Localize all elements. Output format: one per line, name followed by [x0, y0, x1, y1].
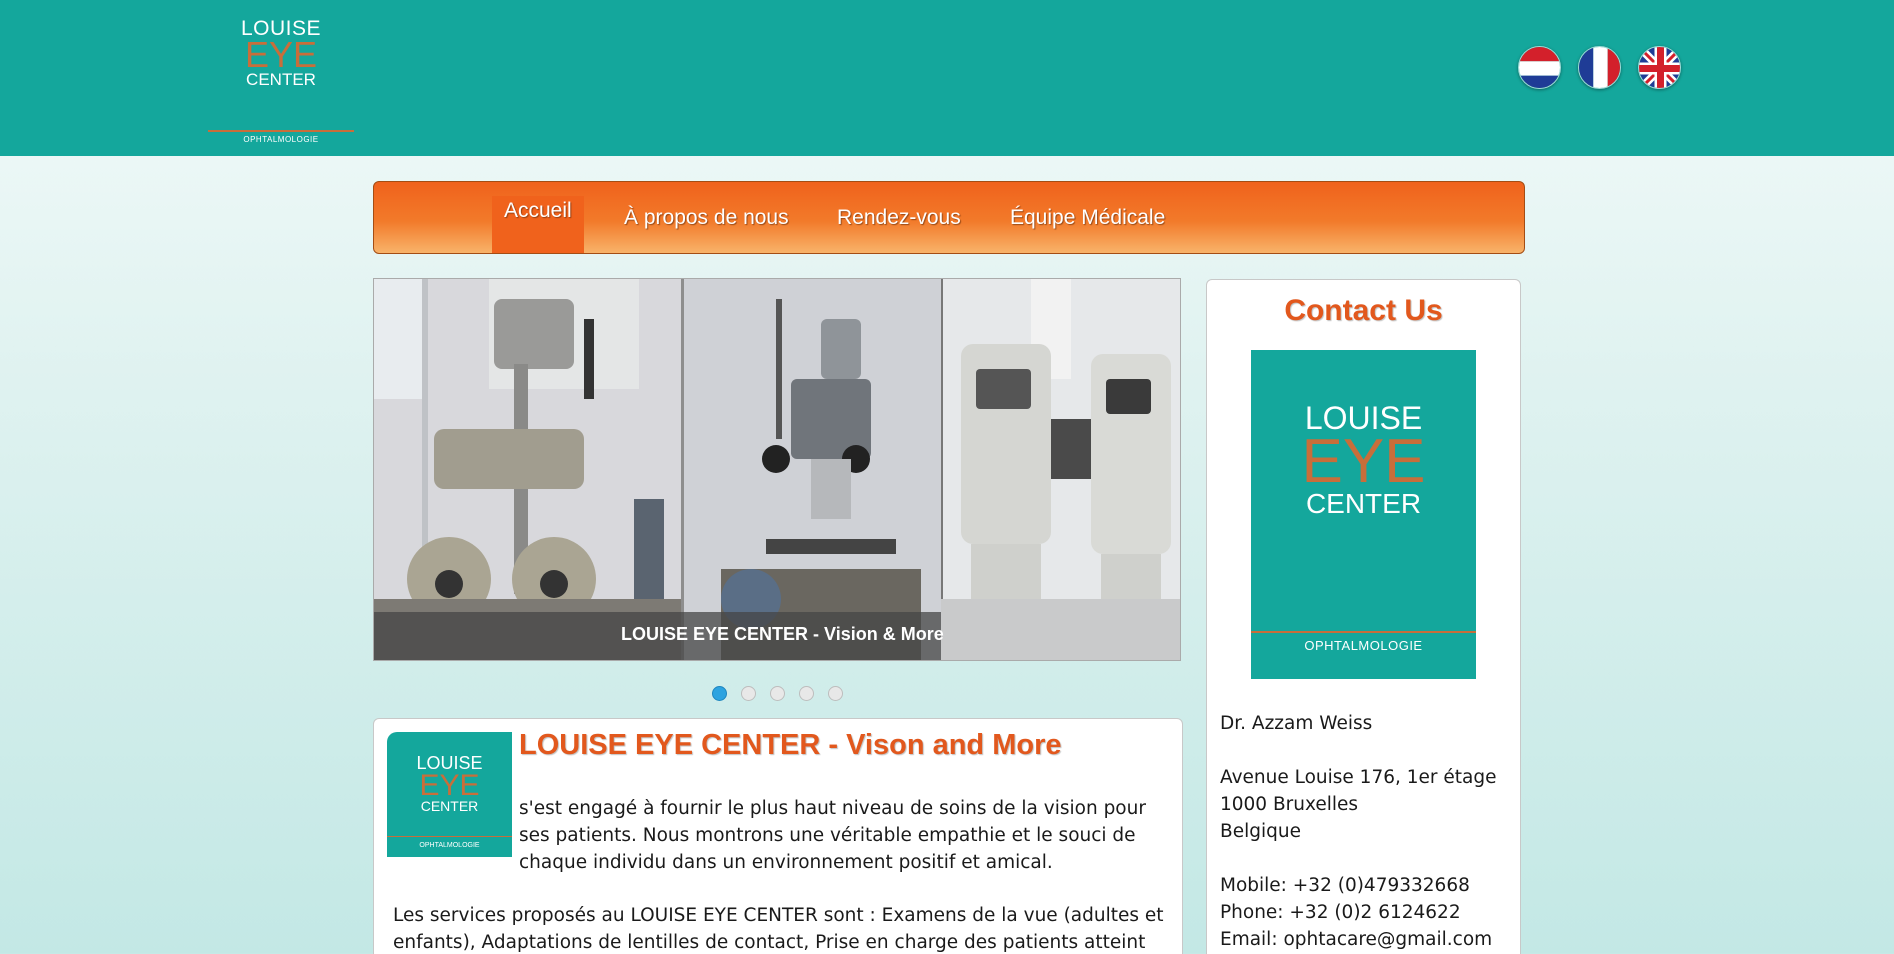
welcome-services-text: Les services proposés au LOUISE EYE CENT… — [393, 905, 1164, 953]
contact-email[interactable]: Email: ophtacare@gmail.com — [1220, 926, 1515, 953]
contact-mobile[interactable]: Mobile: +32 (0)479332668 — [1220, 872, 1515, 899]
autorefractor-image — [941, 279, 1180, 660]
slit-lamp-image — [681, 279, 941, 660]
logo-line-ophtalmologie: OPHTALMOLOGIE — [243, 135, 319, 144]
logo-line-ophtalmologie: OPHTALMOLOGIE — [419, 842, 480, 849]
nav-item-rendez-vous[interactable]: Rendez-vous — [837, 182, 961, 253]
nav-item-equipe-medicale[interactable]: Équipe Médicale — [1010, 182, 1165, 253]
contact-doctor: Dr. Azzam Weiss — [1220, 713, 1373, 734]
language-switcher — [1518, 46, 1681, 89]
site-logo[interactable]: LOUISE EYE CENTER OPHTALMOLOGIE — [208, 14, 354, 144]
slider-caption: LOUISE EYE CENTER - Vision & More — [621, 624, 944, 644]
logo-line-eye: EYE — [1301, 427, 1426, 496]
contact-logo: LOUISE EYE CENTER OPHTALMOLOGIE — [1251, 350, 1476, 679]
main-navigation: Accueil À propos de nous Rendez-vous Équ… — [373, 181, 1525, 254]
contact-panel: Contact Us LOUISE EYE CENTER OPHTALMOLOG… — [1206, 279, 1521, 954]
contact-address-city: 1000 Bruxelles — [1220, 794, 1359, 815]
welcome-logo: LOUISE EYE CENTER OPHTALMOLOGIE — [387, 732, 512, 857]
logo-line-center: CENTER — [246, 70, 316, 90]
logo-line-eye: EYE — [419, 769, 480, 802]
slider-dot-1[interactable] — [712, 686, 727, 701]
contact-address-country: Belgique — [1220, 821, 1301, 842]
site-header: LOUISE EYE CENTER OPHTALMOLOGIE — [0, 0, 1894, 156]
nav-item-a-propos[interactable]: À propos de nous — [624, 182, 789, 253]
nav-item-accueil[interactable]: Accueil — [492, 196, 584, 253]
phoropter-image — [374, 279, 681, 660]
contact-details: Dr. Azzam Weiss Avenue Louise 176, 1er é… — [1220, 710, 1515, 953]
slider-dot-3[interactable] — [770, 686, 785, 701]
welcome-intro-text: s'est engagé à fournir le plus haut nive… — [519, 798, 1146, 873]
logo-line-center: CENTER — [420, 798, 479, 814]
uk-flag-icon[interactable] — [1638, 46, 1681, 89]
logo-line-center: CENTER — [1305, 487, 1422, 519]
slider-dot-2[interactable] — [741, 686, 756, 701]
logo-divider — [387, 836, 512, 837]
welcome-section: LOUISE EYE CENTER OPHTALMOLOGIE LOUISE E… — [373, 718, 1183, 954]
image-slider[interactable]: LOUISE EYE CENTER - Vision & More — [373, 278, 1181, 661]
logo-line-ophtalmologie: OPHTALMOLOGIE — [1304, 638, 1423, 653]
slider-dot-4[interactable] — [799, 686, 814, 701]
logo-divider — [208, 130, 354, 132]
slider-pagination — [712, 686, 843, 701]
contact-phone[interactable]: Phone: +32 (0)2 6124622 — [1220, 899, 1515, 926]
logo-line-eye: EYE — [244, 34, 318, 75]
contact-title: Contact Us — [1284, 294, 1443, 327]
slider-dot-5[interactable] — [828, 686, 843, 701]
contact-address-street: Avenue Louise 176, 1er étage — [1220, 767, 1497, 788]
welcome-title: LOUISE EYE CENTER - Vison and More — [519, 729, 1062, 761]
france-flag-icon[interactable] — [1578, 46, 1621, 89]
logo-divider — [1251, 631, 1476, 633]
netherlands-flag-icon[interactable] — [1518, 46, 1561, 89]
